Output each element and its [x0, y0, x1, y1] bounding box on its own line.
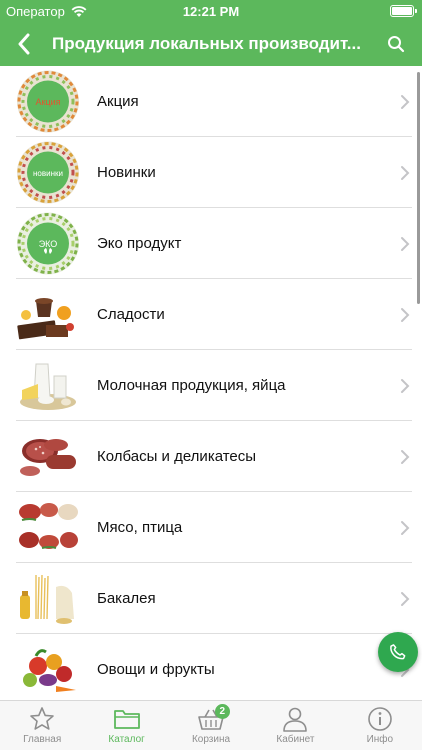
cart-badge: 2: [214, 704, 230, 719]
tab-home[interactable]: Главная: [0, 701, 84, 750]
new-items-thumb-text: новинки: [33, 169, 63, 178]
battery-icon: [390, 5, 417, 17]
category-row-dairy[interactable]: Молочная продукция, яйца: [0, 350, 422, 421]
category-label: Эко продукт: [97, 235, 182, 252]
category-row-promo[interactable]: Акция Акция: [0, 66, 422, 137]
new-items-thumbnail: новинки: [17, 141, 79, 204]
category-row-meat[interactable]: Мясо, птица: [0, 492, 422, 563]
chevron-right-icon: [401, 379, 410, 393]
chevron-right-icon: [401, 166, 410, 180]
chevron-right-icon: [401, 521, 410, 535]
status-bar: Оператор 12:21 PM: [0, 0, 422, 22]
tab-cart[interactable]: 2 Корзина: [169, 701, 253, 750]
chevron-left-icon: [18, 33, 30, 55]
category-label: Колбасы и деликатесы: [97, 448, 257, 465]
chevron-right-icon: [401, 450, 410, 464]
category-label: Бакалея: [97, 590, 156, 607]
eco-thumbnail: ЭКО: [17, 212, 79, 275]
page-title: Продукция локальных производит...: [52, 34, 361, 53]
dairy-thumbnail: [20, 363, 76, 410]
category-label: Мясо, птица: [97, 519, 183, 536]
tab-label: Корзина: [191, 734, 231, 745]
star-icon: [30, 707, 55, 730]
sausages-thumbnail: [20, 439, 76, 476]
vegetables-thumbnail: [23, 649, 76, 692]
category-row-sausages[interactable]: Колбасы и деликатесы: [0, 421, 422, 492]
groceries-thumbnail: [20, 574, 74, 624]
sweets-thumbnail: [17, 298, 74, 340]
category-row-vegetables[interactable]: Овощи и фрукты: [0, 634, 422, 700]
category-label: Овощи и фрукты: [97, 661, 215, 678]
clock: 12:21 PM: [182, 4, 240, 19]
chevron-right-icon: [401, 308, 410, 322]
chevron-right-icon: [401, 237, 410, 251]
search-icon: [388, 36, 405, 53]
category-row-eco[interactable]: ЭКО Эко продукт: [0, 208, 422, 279]
folder-icon: [113, 710, 140, 729]
tab-label: Кабинет: [276, 734, 315, 745]
category-row-new[interactable]: новинки Новинки: [0, 137, 422, 208]
navigation-bar: Продукция локальных производит...: [0, 22, 422, 66]
tab-label: Инфо: [366, 734, 394, 745]
back-button[interactable]: [8, 28, 40, 60]
category-label: Молочная продукция, яйца: [97, 377, 286, 394]
meat-thumbnail: [19, 503, 78, 549]
category-row-groceries[interactable]: Бакалея: [0, 563, 422, 634]
chevron-right-icon: [401, 592, 410, 606]
tab-catalog[interactable]: Каталог: [84, 701, 168, 750]
category-row-sweets[interactable]: Сладости: [0, 279, 422, 350]
tab-account[interactable]: Кабинет: [253, 701, 337, 750]
tab-label: Каталог: [108, 734, 145, 745]
category-label: Акция: [97, 93, 139, 110]
promo-thumbnail: Акция: [17, 70, 79, 133]
info-icon: [368, 707, 392, 731]
tab-label: Главная: [23, 734, 62, 745]
search-button[interactable]: [382, 30, 410, 58]
tab-info[interactable]: Инфо: [338, 701, 422, 750]
phone-icon: [390, 644, 406, 660]
user-icon: [283, 707, 308, 732]
category-list[interactable]: Акция Акция новинки Новинки ЭКО Эко прод…: [0, 66, 422, 700]
chevron-right-icon: [401, 95, 410, 109]
category-label: Сладости: [97, 306, 165, 323]
tab-bar: Главная Каталог 2 Корзина Кабинет Инфо: [0, 700, 422, 750]
call-button[interactable]: [378, 632, 418, 672]
promo-thumb-text: Акция: [36, 97, 61, 107]
eco-thumb-text: ЭКО: [39, 239, 58, 249]
scroll-indicator[interactable]: [417, 72, 420, 304]
category-label: Новинки: [97, 164, 156, 181]
